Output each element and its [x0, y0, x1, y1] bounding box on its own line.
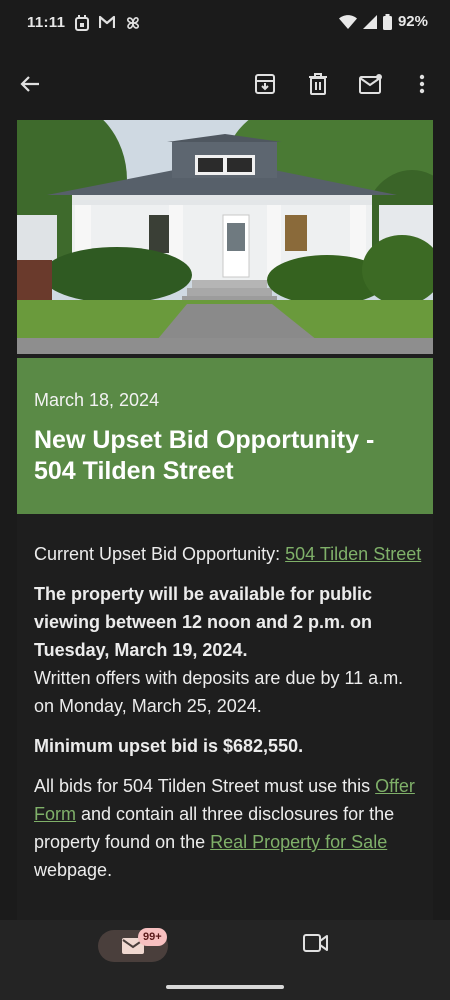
paragraph-text: webpage.	[34, 860, 113, 880]
pinwheel-icon	[127, 17, 139, 29]
delete-button[interactable]	[302, 68, 334, 100]
viewing-schedule-text: The property will be available for publi…	[34, 584, 373, 660]
email-article: Current Upset Bid Opportunity: 504 Tilde…	[34, 540, 424, 896]
email-body: March 18, 2024 New Upset Bid Opportunity…	[17, 120, 433, 920]
signal-icon	[362, 14, 377, 29]
status-left-icons	[75, 15, 141, 31]
banner-title: New Upset Bid Opportunity - 504 Tilden S…	[34, 426, 375, 485]
home-indicator[interactable]	[166, 985, 284, 989]
mark-unread-icon	[359, 74, 382, 94]
delete-icon	[309, 73, 327, 95]
battery-icon	[382, 13, 392, 30]
archive-button[interactable]	[249, 68, 281, 100]
minimum-bid-text: Minimum upset bid is $682,550.	[34, 736, 304, 756]
meet-tab[interactable]	[303, 934, 329, 957]
paragraph-text: All bids for 504 Tilden Street must use …	[34, 776, 376, 796]
calendar-icon	[75, 15, 89, 31]
paragraph-text: Current Upset Bid Opportunity:	[34, 544, 286, 564]
mark-unread-button[interactable]	[355, 68, 387, 100]
property-link[interactable]: 504 Tilden Street	[285, 544, 421, 564]
status-bar: 11:11 92%	[0, 0, 450, 48]
banner-date: March 18, 2024	[34, 390, 160, 410]
status-time: 11:11	[27, 14, 66, 31]
status-right: 92%	[338, 13, 428, 30]
battery-percent: 92%	[397, 13, 428, 30]
wifi-icon	[338, 14, 357, 29]
paragraph-viewing-info: The property will be available for publi…	[34, 580, 424, 720]
more-options-button[interactable]	[406, 68, 438, 100]
house-photo	[17, 120, 433, 354]
email-banner: March 18, 2024 New Upset Bid Opportunity…	[17, 358, 433, 514]
paragraph-current-opportunity: Current Upset Bid Opportunity: 504 Tilde…	[34, 540, 424, 568]
unread-badge: 99+	[138, 928, 167, 946]
offer-deadline-text: Written offers with deposits are due by …	[34, 668, 404, 716]
meet-video-icon	[303, 934, 328, 952]
real-property-link[interactable]: Real Property for Sale	[210, 832, 387, 852]
app-bar	[0, 56, 450, 112]
back-arrow-icon	[20, 76, 39, 92]
gmail-icon	[99, 15, 115, 28]
more-vert-icon	[419, 74, 425, 94]
back-button[interactable]	[14, 68, 46, 100]
paragraph-bid-instructions: All bids for 504 Tilden Street must use …	[34, 772, 424, 884]
archive-icon	[255, 74, 275, 94]
